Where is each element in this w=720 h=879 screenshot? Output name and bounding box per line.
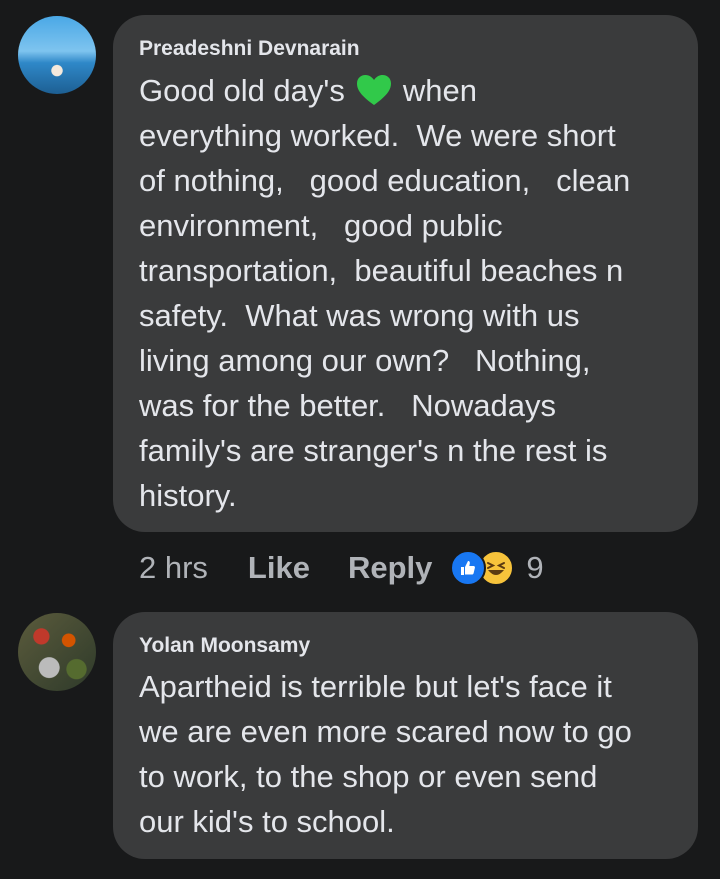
comment-text-start: Good old day's [139, 73, 345, 108]
comment-actions: 2 hrs Like Reply 9 [139, 548, 544, 588]
reply-button[interactable]: Reply [348, 550, 432, 586]
comment-author[interactable]: Preadeshni Devnarain [139, 37, 360, 61]
reactions-summary[interactable] [450, 550, 515, 586]
avatar[interactable] [18, 613, 96, 691]
reaction-count[interactable]: 9 [526, 550, 543, 586]
comment-text: Apartheid is terrible but let's face it … [139, 669, 632, 839]
comment-bubble: Preadeshni Devnarain Good old day's when … [113, 15, 698, 532]
comment-timestamp[interactable]: 2 hrs [139, 550, 208, 586]
comment-bubble: Yolan Moonsamy Apartheid is terrible but… [113, 612, 698, 859]
green-heart-emoji [355, 73, 393, 107]
comment-text: Good old day's when everything worked. We… [139, 68, 678, 518]
avatar[interactable] [18, 16, 96, 94]
like-button[interactable]: Like [248, 550, 310, 586]
comment-author[interactable]: Yolan Moonsamy [139, 634, 310, 658]
comment-text-rest: when everything worked. We were short of… [139, 73, 631, 513]
